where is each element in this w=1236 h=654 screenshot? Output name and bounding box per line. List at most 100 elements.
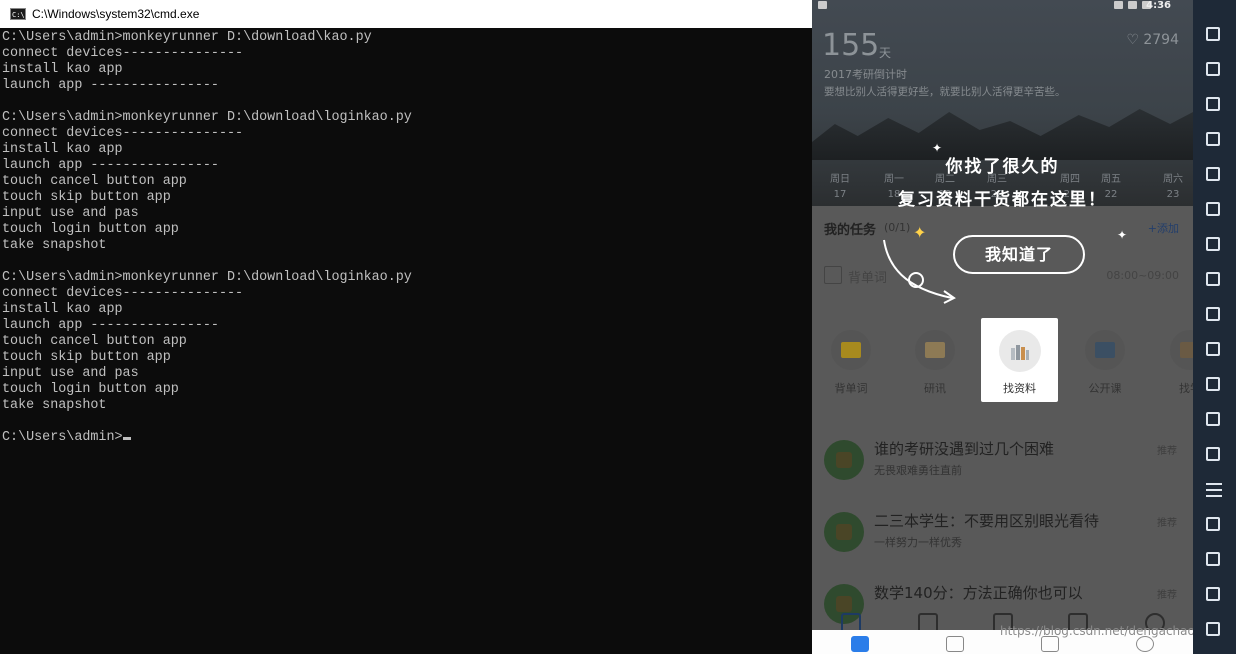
cmd-title-bar[interactable]: C:\ C:\Windows\system32\cmd.exe xyxy=(0,0,812,28)
recommendation-subtitle: 一样努力一样优秀 xyxy=(874,536,962,549)
status-time: 4:36 xyxy=(1146,0,1171,11)
console-line: touch cancel button app xyxy=(2,334,187,349)
guide-text-line2: 复习资料干货都在这里！ xyxy=(898,190,1107,210)
watermark: https://blog.csdn.net/dengachao xyxy=(1000,624,1193,638)
feature-label: 找学 xyxy=(1179,382,1193,395)
console-line: launch app ---------------- xyxy=(2,78,219,93)
recommendation-title: 二三本学生：不要用区别眼光看待 xyxy=(874,512,1100,530)
cmd-icon: C:\ xyxy=(10,8,26,20)
home-icon[interactable] xyxy=(1203,584,1225,606)
console-line: install kao app xyxy=(2,62,123,77)
console-line: connect devices--------------- xyxy=(2,126,244,141)
console-line: touch skip button app xyxy=(2,190,171,205)
status-bar: 4:36 xyxy=(812,0,1193,12)
find-materials-circle xyxy=(998,330,1041,372)
location-icon[interactable] xyxy=(1203,94,1225,116)
cmd-window: C:\ C:\Windows\system32\cmd.exe C:\Users… xyxy=(0,0,812,654)
volume-up-icon[interactable] xyxy=(1203,234,1225,256)
console-line: input use and pas xyxy=(2,366,139,381)
notification-icon xyxy=(818,1,827,9)
menu-icon[interactable] xyxy=(1206,483,1222,485)
recommendation-tag: 推荐 xyxy=(1157,446,1177,457)
console-line: touch login button app xyxy=(2,382,179,397)
install-apk-icon[interactable] xyxy=(1203,164,1225,186)
menu-icon[interactable] xyxy=(1206,495,1222,497)
guide-text-line1: 你找了很久的 xyxy=(945,157,1060,177)
recommendation-item[interactable]: 谁的考研没遇到过几个困难 无畏艰难勇往直前 推荐 xyxy=(812,432,1193,498)
feature-item[interactable]: 找学 xyxy=(1160,330,1193,396)
keyboard-icon[interactable] xyxy=(1203,304,1225,326)
got-it-button[interactable]: 我知道了 xyxy=(953,235,1085,274)
fullscreen-icon[interactable] xyxy=(1203,199,1225,221)
feature-label: 研讯 xyxy=(924,382,946,395)
resize-icon[interactable] xyxy=(1203,514,1225,536)
tasks-header: 我的任务 xyxy=(824,223,877,238)
school-tab-icon[interactable] xyxy=(946,636,964,652)
recommendation-tag: 推荐 xyxy=(1157,590,1177,601)
menu-icon[interactable] xyxy=(1206,489,1222,491)
guide-arrow-icon xyxy=(883,239,956,304)
volume-down-icon[interactable] xyxy=(1203,269,1225,291)
console-line: connect devices--------------- xyxy=(2,286,244,301)
sparkle-icon-right: ✦ xyxy=(1117,228,1128,242)
feature-glyph xyxy=(1095,342,1115,358)
find-materials-label: 找资料 xyxy=(1003,382,1036,395)
console-line: C:\Users\admin> xyxy=(2,430,812,446)
find-materials-highlight[interactable]: 找资料 xyxy=(981,318,1058,402)
feature-glyph xyxy=(1180,342,1193,358)
emulator-toolbar xyxy=(1193,0,1236,654)
multi-window-icon[interactable] xyxy=(1203,444,1225,466)
apk-icon[interactable] xyxy=(1203,374,1225,396)
console-line: launch app ---------------- xyxy=(2,318,219,333)
feature-item[interactable]: 公开课 xyxy=(1075,330,1135,396)
feature-item[interactable]: 研讯 xyxy=(905,330,965,396)
me-tab-icon[interactable] xyxy=(1136,636,1154,652)
scissors-icon[interactable] xyxy=(1203,409,1225,431)
chat-tab-icon[interactable] xyxy=(1041,636,1059,652)
feature-icon xyxy=(1170,330,1193,370)
feature-icon xyxy=(915,330,955,370)
robot-icon[interactable] xyxy=(1203,59,1225,81)
heart-icon[interactable]: ♡ xyxy=(1126,32,1139,48)
feature-glyph xyxy=(841,342,861,358)
feature-glyph xyxy=(925,342,945,358)
recommendation-item[interactable]: 二三本学生：不要用区别眼光看待 一样努力一样优秀 推荐 xyxy=(812,504,1193,570)
home-tab-icon[interactable] xyxy=(851,636,869,652)
countdown-title: 2017考研倒计时 xyxy=(824,68,907,81)
books-icon xyxy=(1010,345,1029,360)
recent-apps-icon[interactable] xyxy=(1203,619,1225,641)
task-time: 08:00~09:00 xyxy=(1106,269,1179,282)
console-line: input use and pas xyxy=(2,206,139,221)
feature-label: 公开课 xyxy=(1088,382,1122,395)
likes-count: 2794 xyxy=(1143,32,1179,48)
console-line: install kao app xyxy=(2,142,123,157)
task-checkbox[interactable] xyxy=(824,266,842,284)
recommendation-title: 谁的考研没遇到过几个困难 xyxy=(874,440,1055,458)
screenshot-area-icon[interactable] xyxy=(1203,339,1225,361)
feature-label: 背单词 xyxy=(834,382,868,395)
back-icon[interactable] xyxy=(1203,549,1225,571)
add-task-button[interactable]: +添加 xyxy=(1148,220,1179,236)
console-line: take snapshot xyxy=(2,398,107,413)
phone-shake-icon[interactable] xyxy=(1203,24,1225,46)
text-cursor xyxy=(122,437,131,440)
console-line: connect devices--------------- xyxy=(2,46,244,61)
days-count: 155 xyxy=(822,28,880,63)
console-line: touch login button app xyxy=(2,222,179,237)
feature-icon xyxy=(831,330,871,370)
screen-icon[interactable] xyxy=(1203,129,1225,151)
console-line: C:\Users\admin>monkeyrunner D:\download\… xyxy=(2,110,412,125)
recommendation-title: 数学140分：方法正确你也可以 xyxy=(874,584,1083,602)
cmd-console[interactable]: C:\Users\admin>monkeyrunner D:\download\… xyxy=(2,30,812,654)
console-line: install kao app xyxy=(2,302,123,317)
feature-icon xyxy=(1085,330,1125,370)
console-line: launch app ---------------- xyxy=(2,158,219,173)
console-line: take snapshot xyxy=(2,238,107,253)
feature-item[interactable]: 背单词 xyxy=(821,330,881,396)
banner-landscape xyxy=(812,109,1193,160)
days-unit: 天 xyxy=(879,46,892,60)
console-line: touch skip button app xyxy=(2,350,171,365)
